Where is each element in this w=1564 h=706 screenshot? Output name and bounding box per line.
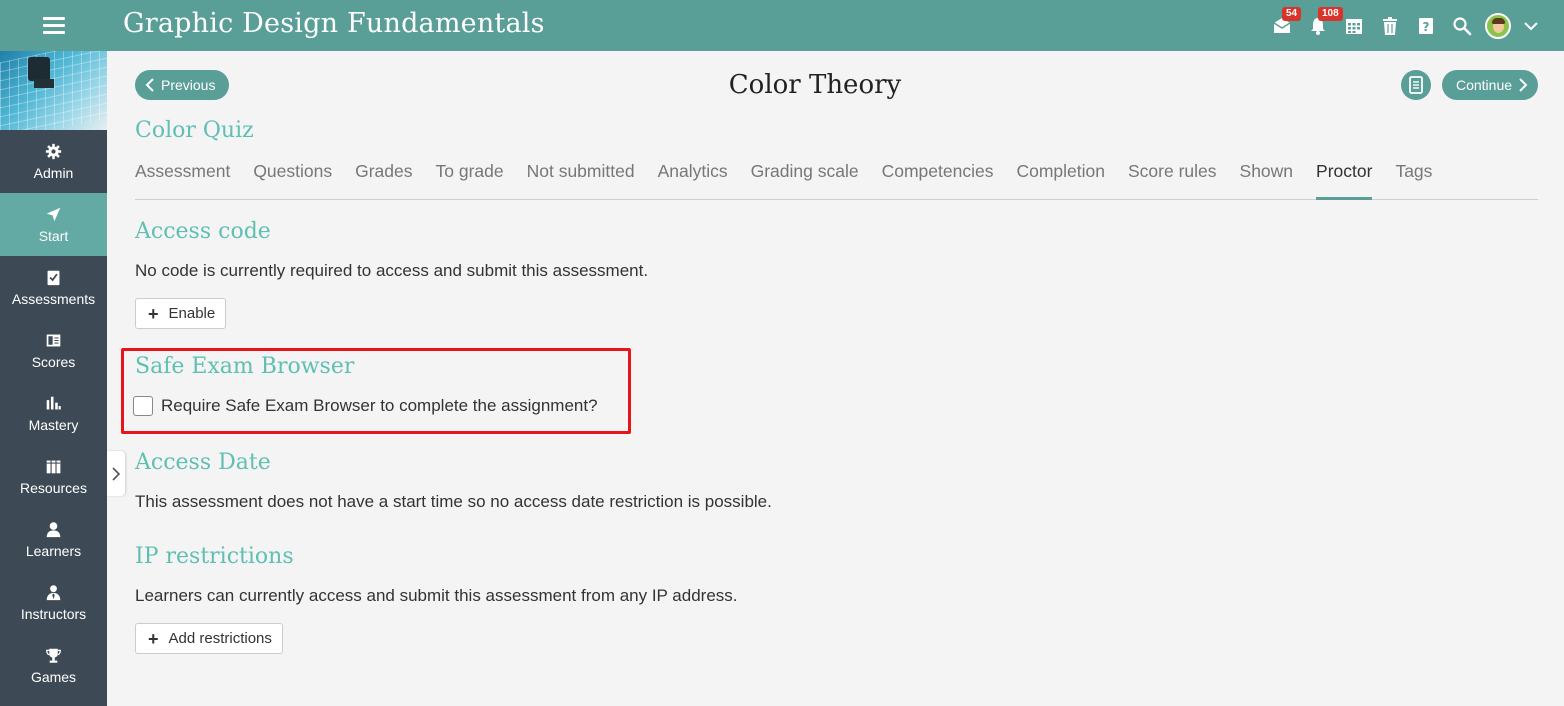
- svg-text:?: ?: [1423, 20, 1430, 34]
- user-icon: [45, 520, 63, 538]
- sidebar-item-label: Instructors: [20, 606, 87, 622]
- avatar: [1485, 12, 1511, 39]
- tab-score-rules[interactable]: Score rules: [1128, 159, 1217, 199]
- ip-restrictions-title: IP restrictions: [135, 544, 294, 569]
- sidebar: Admin Start Assessments Scores Mastery R…: [0, 51, 107, 706]
- continue-button[interactable]: Continue: [1442, 70, 1538, 100]
- sidebar-item-resources[interactable]: Resources: [0, 445, 107, 508]
- tab-analytics[interactable]: Analytics: [658, 159, 728, 199]
- access-date-text: This assessment does not have a start ti…: [135, 492, 772, 511]
- enable-button[interactable]: + Enable: [135, 298, 227, 329]
- sidebar-item-instructors[interactable]: Instructors: [0, 571, 107, 634]
- page-title: Color Theory: [728, 70, 902, 100]
- calendar-icon[interactable]: [1336, 0, 1372, 51]
- quiz-title: Color Quiz: [135, 118, 254, 143]
- sidebar-expand-toggle[interactable]: [107, 451, 125, 496]
- course-image[interactable]: [0, 51, 107, 130]
- sidebar-item-label: Start: [38, 228, 69, 244]
- checklist-icon: [45, 268, 63, 286]
- plus-icon: +: [148, 303, 159, 324]
- sidebar-item-assessments[interactable]: Assessments: [0, 256, 107, 319]
- chevron-down-icon[interactable]: [1516, 0, 1546, 51]
- tab-completion[interactable]: Completion: [1016, 159, 1105, 199]
- chevron-right-icon: [1519, 78, 1528, 92]
- bar-chart-icon: [45, 394, 63, 412]
- instructor-icon: [45, 583, 63, 601]
- mail-icon[interactable]: 54: [1264, 0, 1302, 51]
- chevron-right-icon: [112, 466, 121, 481]
- menu-icon[interactable]: [0, 0, 107, 51]
- access-date-title: Access Date: [135, 450, 271, 475]
- tab-assessment[interactable]: Assessment: [135, 159, 230, 199]
- tab-tags[interactable]: Tags: [1395, 159, 1432, 199]
- tab-competencies[interactable]: Competencies: [882, 159, 994, 199]
- gear-icon: [45, 142, 63, 160]
- tab-grades[interactable]: Grades: [355, 159, 412, 199]
- safe-exam-checkbox-row[interactable]: Require Safe Exam Browser to complete th…: [133, 396, 598, 416]
- sidebar-item-scores[interactable]: Scores: [0, 319, 107, 382]
- mail-badge: 54: [1282, 7, 1302, 21]
- sidebar-item-label: Scores: [31, 354, 76, 370]
- sidebar-item-start[interactable]: Start: [0, 193, 107, 256]
- sidebar-item-mastery[interactable]: Mastery: [0, 382, 107, 445]
- plus-icon: +: [148, 628, 159, 649]
- add-restrictions-label: Add restrictions: [168, 630, 272, 647]
- course-title[interactable]: Graphic Design Fundamentals: [123, 8, 545, 39]
- enable-label: Enable: [168, 305, 216, 322]
- tab-grading-scale[interactable]: Grading scale: [751, 159, 859, 199]
- books-icon: [45, 457, 63, 475]
- access-code-title: Access code: [135, 219, 271, 244]
- continue-label: Continue: [1455, 77, 1513, 93]
- sidebar-item-label: Assessments: [11, 291, 96, 307]
- help-icon[interactable]: ?: [1408, 0, 1444, 51]
- sidebar-item-label: Resources: [20, 480, 87, 496]
- notebook-icon: [1409, 76, 1423, 94]
- sidebar-item-label: Admin: [33, 165, 74, 181]
- tab-not-submitted[interactable]: Not submitted: [527, 159, 635, 199]
- notebook-button[interactable]: [1401, 70, 1431, 100]
- safe-exam-checkbox[interactable]: [133, 396, 153, 416]
- sidebar-item-games[interactable]: Games: [0, 634, 107, 697]
- navigation-arrow-icon: [45, 205, 63, 223]
- sidebar-item-label: Mastery: [28, 417, 79, 433]
- sidebar-item-label: Learners: [25, 543, 82, 559]
- ip-restrictions-text: Learners can currently access and submit…: [135, 586, 738, 605]
- highlight-box: [121, 348, 631, 434]
- tab-proctor[interactable]: Proctor: [1316, 159, 1373, 200]
- header-icons: 54 108 ?: [1264, 0, 1546, 51]
- add-restrictions-button[interactable]: + Add restrictions: [135, 623, 283, 654]
- trophy-icon: [45, 646, 63, 664]
- sidebar-item-learners[interactable]: Learners: [0, 508, 107, 571]
- access-code-text: No code is currently required to access …: [135, 261, 649, 280]
- bell-icon[interactable]: 108: [1300, 0, 1343, 51]
- avatar-button[interactable]: [1480, 0, 1516, 51]
- tab-to-grade[interactable]: To grade: [436, 159, 504, 199]
- gradebook-icon: [45, 331, 63, 349]
- assessment-tabs: Assessment Questions Grades To grade Not…: [135, 159, 1538, 200]
- tab-questions[interactable]: Questions: [253, 159, 332, 199]
- safe-exam-checkbox-label[interactable]: Require Safe Exam Browser to complete th…: [161, 396, 598, 416]
- sidebar-item-label: Games: [30, 669, 77, 685]
- sidebar-item-admin[interactable]: Admin: [0, 130, 107, 193]
- search-icon[interactable]: [1444, 0, 1480, 51]
- tab-shown[interactable]: Shown: [1240, 159, 1294, 199]
- trash-icon[interactable]: [1372, 0, 1408, 51]
- top-bar: Graphic Design Fundamentals 54 108 ?: [0, 0, 1564, 51]
